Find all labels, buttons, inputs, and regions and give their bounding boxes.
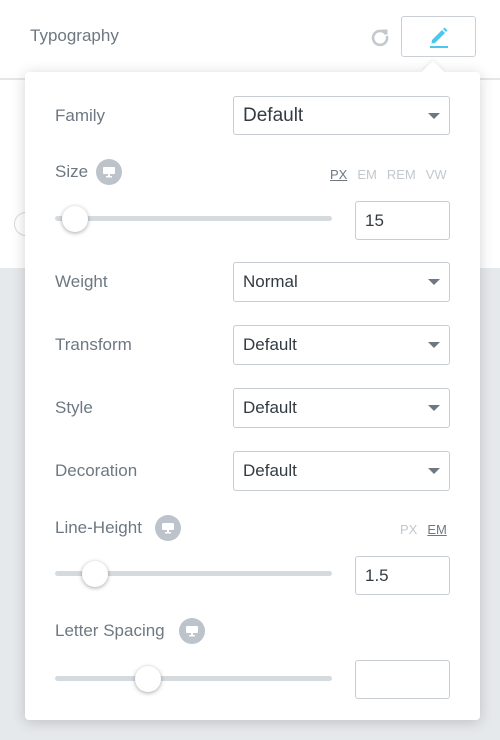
desktop-monitor-icon[interactable] <box>155 515 181 541</box>
caret-down-icon <box>428 342 440 348</box>
caret-down-icon <box>428 405 440 411</box>
size-slider-handle[interactable] <box>62 206 88 232</box>
line-height-input[interactable] <box>355 556 450 595</box>
unit-rem[interactable]: REM <box>387 167 416 182</box>
family-select[interactable]: Default <box>233 96 450 135</box>
unit-px[interactable]: PX <box>400 522 417 537</box>
letter-spacing-slider-track[interactable] <box>55 676 332 681</box>
transform-value: Default <box>243 335 297 354</box>
decoration-value: Default <box>243 461 297 480</box>
desktop-monitor-icon[interactable] <box>96 159 122 185</box>
refresh-icon[interactable] <box>370 27 390 47</box>
size-input[interactable] <box>355 201 450 240</box>
letter-spacing-input[interactable] <box>355 660 450 699</box>
size-label: Size <box>55 162 89 181</box>
unit-vw[interactable]: VW <box>426 167 447 182</box>
caret-down-icon <box>428 468 440 474</box>
style-select[interactable]: Default <box>233 388 450 428</box>
pencil-icon <box>429 27 448 48</box>
unit-px[interactable]: PX <box>330 167 347 182</box>
typography-popover: Family Default Size PX EM REM VW Weight … <box>25 72 480 720</box>
unit-em[interactable]: EM <box>427 522 447 537</box>
edit-typography-button[interactable] <box>401 16 476 57</box>
typography-title: Typography <box>30 26 119 45</box>
line-height-unit-switcher: PX EM <box>400 522 447 537</box>
desktop-monitor-icon[interactable] <box>179 618 205 644</box>
caret-down-icon <box>428 112 440 119</box>
letter-spacing-slider-handle[interactable] <box>135 666 161 692</box>
line-height-slider-handle[interactable] <box>82 561 108 587</box>
transform-select[interactable]: Default <box>233 325 450 365</box>
decoration-select[interactable]: Default <box>233 451 450 491</box>
family-value: Default <box>243 104 304 126</box>
unit-em[interactable]: EM <box>357 167 377 182</box>
weight-label: Weight <box>55 272 108 291</box>
transform-label: Transform <box>55 335 132 354</box>
size-slider-track[interactable] <box>55 216 332 221</box>
decoration-label: Decoration <box>55 461 138 480</box>
letter-spacing-label: Letter Spacing <box>55 621 165 640</box>
caret-down-icon <box>428 279 440 285</box>
family-label: Family <box>55 106 106 125</box>
style-value: Default <box>243 398 297 417</box>
style-label: Style <box>55 398 93 417</box>
weight-value: Normal <box>243 272 298 291</box>
weight-select[interactable]: Normal <box>233 262 450 302</box>
line-height-label: Line-Height <box>55 518 142 537</box>
size-unit-switcher: PX EM REM VW <box>330 167 447 182</box>
